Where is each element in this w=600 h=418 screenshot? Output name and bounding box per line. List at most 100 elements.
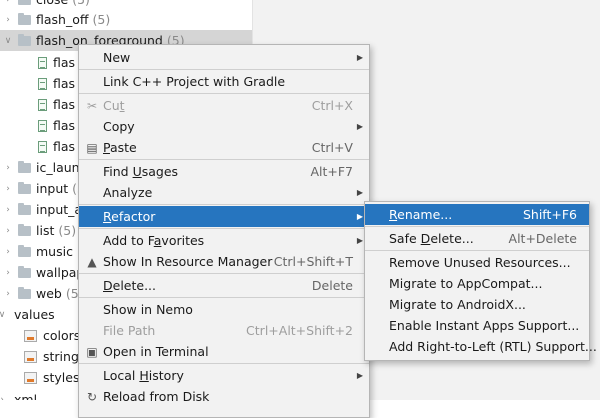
chevron-down-icon[interactable]: ∨ [0, 310, 8, 320]
submenu-arrow-icon: ▶ [356, 53, 363, 62]
menu-item-reload-from-disk[interactable]: ↻ Reload from Disk [79, 386, 369, 407]
menu-item-label: Find Usages [103, 164, 179, 179]
menu-separator [365, 226, 589, 227]
menu-item-open-in-terminal[interactable]: ▣ Open in Terminal [79, 341, 369, 362]
vector-drawable-icon [38, 98, 47, 111]
chevron-right-icon[interactable]: › [2, 0, 14, 5]
menu-item-add-to-favorites[interactable]: Add to Favorites ▶ [79, 230, 369, 251]
menu-item-link-c-project-with-gradle[interactable]: Link C++ Project with Gradle [79, 71, 369, 92]
tree-row-count: (5) [58, 223, 77, 238]
menu-item-paste[interactable]: ▤ Paste Ctrl+V [79, 137, 369, 158]
menu-item-label: Add to Favorites [103, 233, 205, 248]
menu-separator [79, 159, 369, 160]
chevron-right-icon[interactable]: › [2, 226, 14, 236]
chevron-right-icon[interactable]: › [0, 395, 8, 401]
menu-separator [79, 297, 369, 298]
menu-item-delete[interactable]: Delete... Delete [79, 275, 369, 296]
menu-item-copy[interactable]: Copy ▶ [79, 116, 369, 137]
tree-row-label: close [36, 0, 68, 7]
menu-separator [79, 273, 369, 274]
tree-row[interactable]: › flash_off (5) [0, 9, 252, 30]
submenu-arrow-icon: ▶ [356, 122, 363, 131]
chevron-right-icon[interactable]: › [2, 15, 14, 25]
menu-item-label: Safe Delete... [389, 231, 474, 246]
tree-row-label: flas [53, 76, 76, 91]
menu-item-local-history[interactable]: Local History ▶ [79, 365, 369, 386]
menu-item-shortcut: Shift+F6 [522, 207, 577, 222]
submenu-arrow-icon: ▶ [356, 212, 363, 221]
context-menu: New ▶ Link C++ Project with Gradle ✂ Cut Ctrl… [78, 44, 370, 418]
tree-row-label: flas [53, 118, 76, 133]
menu-item-label: Cut [103, 98, 125, 113]
folder-icon [18, 265, 31, 278]
tree-row-count: (5) [72, 0, 90, 7]
chevron-right-icon[interactable]: › [2, 247, 14, 257]
chevron-right-icon[interactable]: › [2, 163, 14, 173]
folder-icon [18, 202, 31, 215]
tree-row-label: web [36, 286, 62, 301]
folder-icon [18, 244, 31, 257]
refactor-submenu: Rename... Shift+F6 Safe Delete... Alt+Delet… [364, 201, 597, 361]
xml-file-icon [24, 329, 37, 342]
chevron-right-icon[interactable]: › [2, 184, 14, 194]
menu-item-label: Show In Resource Manager [103, 254, 273, 269]
menu-item-shortcut: Ctrl+Alt+Shift+2 [246, 323, 353, 338]
menu-item-label: Enable Instant Apps Support... [389, 318, 580, 333]
menu-item-migrate-to-androidx[interactable]: Migrate to AndroidX... [365, 294, 589, 315]
chevron-right-icon[interactable]: › [2, 289, 14, 299]
menu-item-new[interactable]: New ▶ [79, 47, 369, 68]
tree-row-label: flas [53, 97, 76, 112]
menu-item-shortcut: Ctrl+V [311, 140, 353, 155]
menu-separator [79, 93, 369, 94]
menu-separator [79, 363, 369, 364]
menu-item-file-path[interactable]: File Path Ctrl+Alt+Shift+2 [79, 320, 369, 341]
menu-item-label: Rename... [389, 207, 453, 222]
menu-item-show-in-nemo[interactable]: Show in Nemo [79, 299, 369, 320]
tree-row-label: values [14, 307, 55, 322]
menu-item-shortcut: Ctrl+Shift+T [273, 254, 353, 269]
menu-item-migrate-to-appcompat[interactable]: Migrate to AppCompat... [365, 273, 589, 294]
tree-row-label: input_a [36, 202, 83, 217]
chevron-right-icon[interactable]: › [2, 268, 14, 278]
tree-row-label: input [36, 181, 69, 196]
folder-icon [18, 286, 31, 299]
menu-item-rename[interactable]: Rename... Shift+F6 [365, 204, 589, 225]
menu-item-label: Open in Terminal [103, 344, 209, 359]
vector-drawable-icon [38, 56, 47, 69]
tree-row-label: music [36, 244, 73, 259]
menu-item-show-in-resource-manager[interactable]: ▲ Show In Resource Manager Ctrl+Shift+T [79, 251, 369, 272]
menu-item-safe-delete[interactable]: Safe Delete... Alt+Delete [365, 228, 589, 249]
tree-row-label: list [36, 223, 55, 238]
menu-item-add-right-to-left-rtl-support[interactable]: Add Right-to-Left (RTL) Support... [365, 336, 597, 357]
menu-item-label: Refactor [103, 209, 156, 224]
menu-item-label: File Path [103, 323, 156, 338]
chevron-right-icon[interactable]: › [2, 205, 14, 215]
submenu-arrow-icon: ▶ [356, 371, 363, 380]
folder-icon [18, 12, 31, 25]
menu-item-label: Migrate to AppCompat... [389, 276, 543, 291]
folder-icon [18, 33, 31, 46]
menu-separator [79, 228, 369, 229]
tree-row-label: flash_off [36, 12, 89, 27]
menu-item-refactor[interactable]: Refactor ▶ [79, 206, 369, 227]
menu-item-cut[interactable]: ✂ Cut Ctrl+X [79, 95, 369, 116]
menu-item-label: Show in Nemo [103, 302, 193, 317]
tree-row-label: flas [53, 139, 76, 154]
menu-item-shortcut: Delete [311, 278, 353, 293]
menu-item-label: Reload from Disk [103, 389, 210, 404]
folder-icon [18, 223, 31, 236]
menu-item-label: Local History [103, 368, 184, 383]
menu-item-label: Migrate to AndroidX... [389, 297, 526, 312]
menu-item-enable-instant-apps-support[interactable]: Enable Instant Apps Support... [365, 315, 589, 336]
submenu-arrow-icon: ▶ [356, 188, 363, 197]
menu-item-label: Delete... [103, 278, 157, 293]
menu-item-find-usages[interactable]: Find Usages Alt+F7 [79, 161, 369, 182]
menu-item-label: Link C++ Project with Gradle [103, 74, 286, 89]
chevron-down-icon[interactable]: ∨ [2, 36, 14, 46]
tree-row-label: ic_laun [36, 160, 80, 175]
menu-item-analyze[interactable]: Analyze ▶ [79, 182, 369, 203]
vector-drawable-icon [38, 119, 47, 132]
tree-row-label: xml [14, 392, 38, 400]
clipboard-icon: ▤ [86, 140, 98, 155]
menu-item-remove-unused-resources[interactable]: Remove Unused Resources... [365, 252, 589, 273]
